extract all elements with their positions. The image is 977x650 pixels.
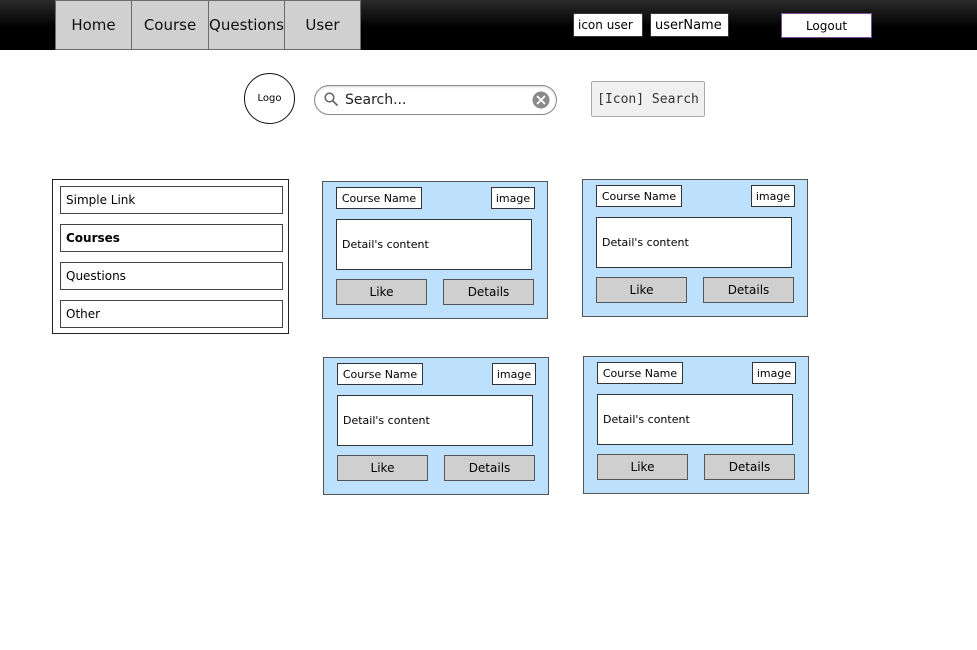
clear-search-icon[interactable]	[532, 91, 550, 109]
course-image: image	[751, 185, 795, 207]
search-placeholder: Search...	[345, 92, 407, 108]
like-button[interactable]: Like	[596, 277, 687, 303]
like-button[interactable]: Like	[336, 279, 427, 305]
username-display: userName	[650, 13, 729, 37]
logout-button[interactable]: Logout	[781, 13, 872, 38]
top-nav-bar: Home Course Questions User icon user use…	[0, 0, 977, 50]
search-icon	[324, 92, 338, 106]
course-image: image	[492, 363, 536, 385]
search-button[interactable]: [Icon] Search	[591, 81, 705, 117]
course-card: Course Name image Detail's content Like …	[582, 179, 808, 317]
course-card: Course Name image Detail's content Like …	[323, 357, 549, 495]
search-input[interactable]: Search...	[314, 85, 557, 115]
course-details-content: Detail's content	[596, 217, 792, 268]
course-name: Course Name	[337, 363, 423, 385]
nav-tab-questions[interactable]: Questions	[208, 0, 285, 50]
details-button[interactable]: Details	[704, 454, 795, 480]
nav-tab-course[interactable]: Course	[131, 0, 209, 50]
details-button[interactable]: Details	[703, 277, 794, 303]
sidebar: Simple Link Courses Questions Other	[52, 179, 289, 334]
details-button[interactable]: Details	[444, 455, 535, 481]
course-name: Course Name	[336, 187, 422, 209]
nav-tab-home[interactable]: Home	[55, 0, 132, 50]
course-image: image	[491, 187, 535, 209]
like-button[interactable]: Like	[597, 454, 688, 480]
sidebar-item-questions[interactable]: Questions	[60, 262, 283, 290]
course-details-content: Detail's content	[337, 395, 533, 446]
course-image: image	[752, 362, 796, 384]
nav-tab-user[interactable]: User	[284, 0, 361, 50]
sidebar-item-other[interactable]: Other	[60, 300, 283, 328]
sidebar-item-courses[interactable]: Courses	[60, 224, 283, 252]
course-name: Course Name	[597, 362, 683, 384]
like-button[interactable]: Like	[337, 455, 428, 481]
course-card: Course Name image Detail's content Like …	[583, 356, 809, 494]
logo[interactable]: Logo	[244, 73, 295, 124]
course-details-content: Detail's content	[336, 219, 532, 270]
course-name: Course Name	[596, 185, 682, 207]
course-details-content: Detail's content	[597, 394, 793, 445]
sidebar-item-simple-link[interactable]: Simple Link	[60, 186, 283, 214]
course-card: Course Name image Detail's content Like …	[322, 181, 548, 319]
details-button[interactable]: Details	[443, 279, 534, 305]
user-icon-placeholder: icon user	[573, 13, 643, 37]
